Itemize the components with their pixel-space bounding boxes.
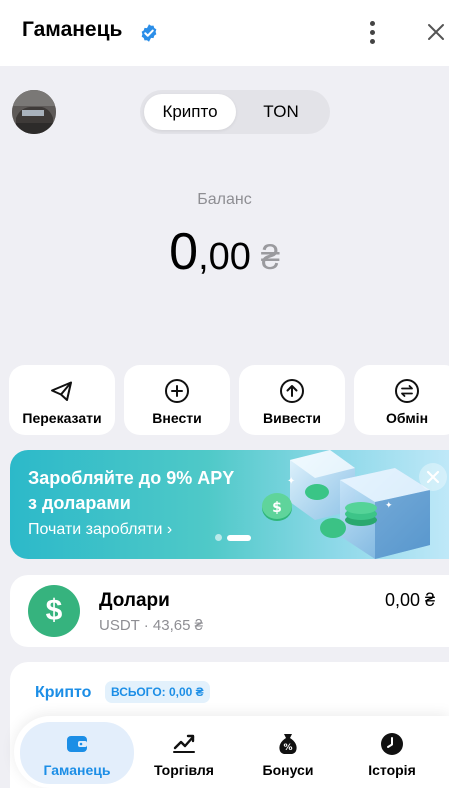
tab-history[interactable]: Історія	[335, 722, 449, 784]
banner-close-button[interactable]	[419, 463, 447, 491]
exchange-label: Обмін	[385, 410, 429, 426]
money-bag-icon: %	[279, 734, 297, 754]
close-icon	[426, 470, 440, 484]
balance-decimal: ,00	[198, 236, 251, 278]
deposit-label: Внести	[152, 410, 202, 426]
svg-text:✦: ✦	[287, 476, 295, 487]
withdraw-button[interactable]: Вивести	[239, 365, 345, 435]
action-row: Переказати Внести Вивести Обмін	[9, 365, 449, 435]
page-title: Гаманець	[22, 18, 123, 41]
deposit-button[interactable]: Внести	[124, 365, 230, 435]
transfer-button[interactable]: Переказати	[9, 365, 115, 435]
bottom-tab-bar: Гаманець Торгівля % Бонуси Історія	[14, 716, 449, 788]
plus-circle-icon	[165, 379, 189, 403]
exchange-button[interactable]: Обмін	[354, 365, 449, 435]
segment-ton[interactable]: TON	[236, 94, 326, 130]
svg-text:✦: ✦	[385, 500, 393, 510]
pagination-dot-active	[227, 534, 251, 541]
avatar-image	[12, 90, 56, 134]
balance-label: Баланс	[197, 191, 252, 208]
tab-trade-label: Торгівля	[154, 762, 214, 778]
balance-value: 0,00 ₴	[0, 222, 449, 282]
banner-cta-link[interactable]: Почати заробляти ›	[28, 521, 172, 539]
crypto-total-badge: ВСЬОГО: 0,00 ₴	[105, 681, 210, 703]
tab-bonuses[interactable]: % Бонуси	[231, 722, 345, 784]
withdraw-label: Вивести	[263, 410, 321, 426]
wallet-icon	[67, 736, 87, 752]
currency-mode-switch: Крипто TON	[140, 90, 330, 134]
tab-trade[interactable]: Торгівля	[127, 722, 241, 784]
exchange-icon	[395, 379, 419, 403]
asset-name: Долари	[99, 590, 170, 611]
dollar-icon: $	[28, 585, 80, 637]
more-vertical-icon	[369, 20, 375, 26]
close-icon[interactable]	[424, 20, 448, 44]
svg-text:%: %	[283, 743, 292, 753]
clock-icon	[381, 733, 403, 755]
transfer-label: Переказати	[22, 410, 102, 426]
svg-text:$: $	[272, 500, 282, 516]
asset-amount: 0,00 ₴	[384, 590, 435, 610]
banner-title-line1: Заробляйте до 9% APY	[28, 468, 235, 488]
tab-history-label: Історія	[368, 762, 416, 778]
send-icon	[51, 381, 72, 401]
chart-trend-icon	[173, 734, 195, 753]
tab-bonuses-label: Бонуси	[262, 762, 314, 778]
banner-pagination	[215, 534, 251, 541]
promo-banner[interactable]: $ ✦ ✦ Заробляйте до 9% APY з доларами По…	[10, 450, 449, 559]
segment-crypto[interactable]: Крипто	[144, 94, 236, 130]
earn-illustration: $ ✦ ✦	[262, 450, 430, 559]
header: Гаманець	[0, 0, 449, 66]
pagination-dot	[215, 534, 222, 541]
banner-title-line2: з доларами	[28, 493, 131, 513]
tab-wallet-label: Гаманець	[43, 762, 111, 778]
tab-wallet[interactable]: Гаманець	[20, 722, 134, 784]
arrow-up-circle-icon	[280, 379, 304, 403]
asset-row-usdt[interactable]: $ Долари USDT · 43,65 ₴ 0,00 ₴	[10, 575, 449, 647]
crypto-section-title: Крипто	[35, 684, 92, 701]
balance-currency: ₴	[260, 239, 280, 277]
avatar[interactable]	[12, 90, 56, 134]
verified-badge-icon	[141, 24, 157, 42]
more-options-button[interactable]	[361, 18, 383, 46]
balance-integer: 0	[169, 223, 199, 281]
asset-subtitle: USDT · 43,65 ₴	[99, 617, 203, 634]
